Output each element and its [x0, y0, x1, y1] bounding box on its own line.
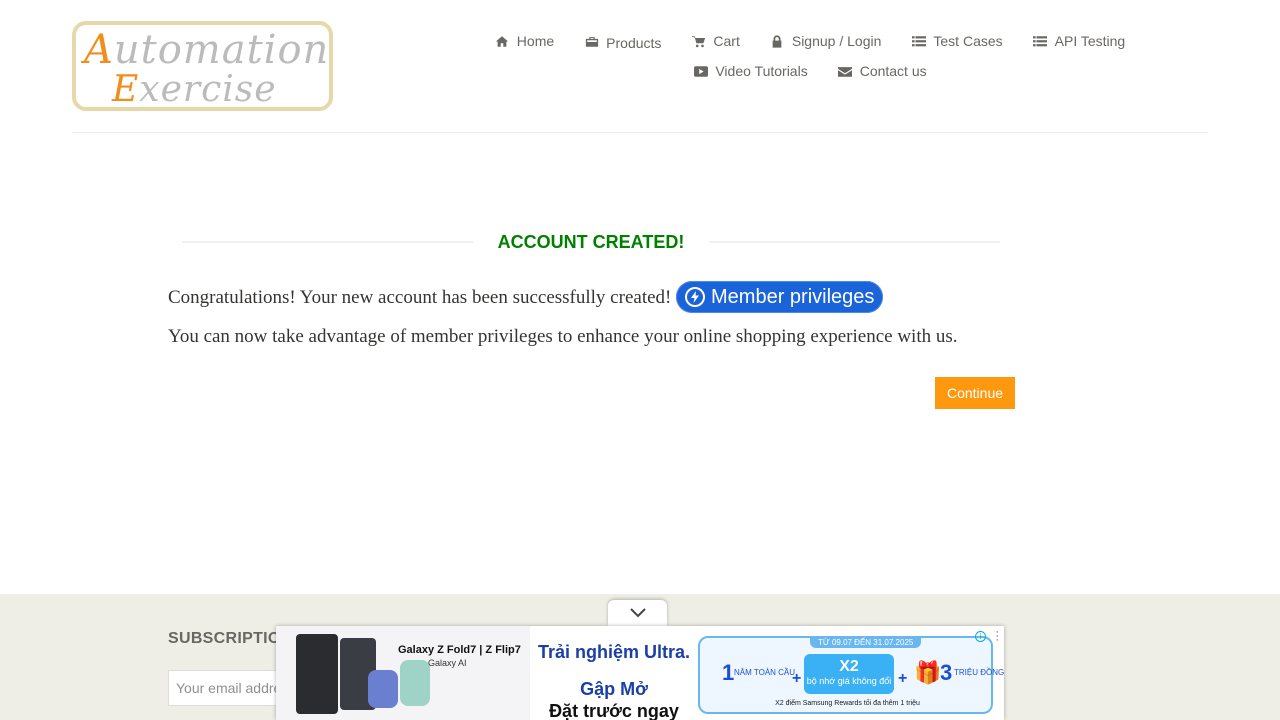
- lock-icon: [770, 34, 785, 48]
- header-divider: [72, 132, 1208, 133]
- ad-rewards-text: X2 điểm Samsung Rewards tối đa thêm 1 tr…: [775, 700, 920, 707]
- site-logo[interactable]: Automation Exercise: [72, 21, 333, 111]
- ad-offers: TỪ 09.07 ĐẾN 31.07.2025 1 NĂM TOÀN CẦU +…: [698, 636, 1004, 714]
- ad-offer3-small: TRIỆU ĐỒNG: [954, 668, 1004, 677]
- subscription-title: SUBSCRIPTION: [168, 630, 293, 647]
- title-wrap: ACCOUNT CREATED!: [182, 231, 1000, 253]
- list-icon: [911, 34, 926, 48]
- ad-offer3-big: 3: [940, 660, 953, 685]
- gift-icon: 🎁: [914, 660, 942, 685]
- nav-contact-us-label: Contact us: [859, 63, 927, 79]
- ad-product-image: Galaxy Z Fold7 | Z Flip7 Galaxy AI: [276, 626, 530, 720]
- nav-test-cases-label: Test Cases: [933, 33, 1003, 49]
- cart-icon: [691, 34, 706, 48]
- member-privileges-button[interactable]: Member privileges: [676, 281, 883, 313]
- ad-plus-2: +: [898, 670, 908, 687]
- ad-offer1-small: NĂM TOÀN CẦU: [734, 668, 796, 677]
- ad-headline-3: Đặt trước ngay: [549, 701, 679, 720]
- privileges-message: You can now take advantage of member pri…: [168, 326, 958, 347]
- nav-cart-label: Cart: [713, 33, 740, 49]
- briefcase-icon: [584, 34, 599, 48]
- nav-video-tutorials-label: Video Tutorials: [715, 63, 808, 79]
- ad-banner[interactable]: Galaxy Z Fold7 | Z Flip7 Galaxy AI Trải …: [276, 626, 1004, 720]
- nav-signup-login[interactable]: Signup / Login: [770, 33, 882, 49]
- continue-button[interactable]: Continue: [935, 377, 1015, 409]
- logo-line-2: Exercise: [112, 69, 277, 110]
- nav-home-label: Home: [516, 33, 555, 49]
- ad-date-range: TỪ 09.07 ĐẾN 31.07.2025: [810, 637, 922, 648]
- nav-row-1: Home Products Cart Signup / Login Test C…: [460, 28, 1160, 54]
- nav-home[interactable]: Home: [495, 33, 554, 49]
- envelope-icon: [838, 64, 853, 78]
- nav-contact-us[interactable]: Contact us: [838, 63, 927, 79]
- ad-offer1-big: 1: [722, 660, 735, 685]
- ad-offer2-big: X2: [839, 658, 859, 675]
- title-line-right: [709, 241, 1000, 243]
- ad-galaxy-ai: Galaxy AI: [428, 658, 467, 668]
- congrats-message: Congratulations! Your new account has be…: [168, 287, 672, 308]
- chevron-down-icon: [629, 608, 646, 618]
- logo-line-1: Automation: [84, 27, 330, 73]
- ad-headline-1: Trải nghiệm Ultra.: [537, 642, 691, 662]
- ad-info-icon[interactable]: i: [975, 631, 986, 642]
- ad-headline-2: Gập Mở: [580, 679, 648, 699]
- ad-collapse-toggle[interactable]: [608, 600, 667, 626]
- ad-offer2-small: bộ nhớ giá không đổi: [806, 676, 892, 686]
- ad-product-name: Galaxy Z Fold7 | Z Flip7: [398, 644, 521, 656]
- member-privileges-label: Member privileges: [711, 285, 875, 308]
- home-icon: [495, 34, 510, 48]
- ad-phone-fold: [296, 634, 338, 714]
- nav-products-label: Products: [606, 35, 662, 51]
- title-line-left: [182, 241, 473, 243]
- nav-api-testing[interactable]: API Testing: [1033, 33, 1126, 49]
- ad-more-options-icon[interactable]: · · ·: [995, 627, 999, 646]
- ad-headline: Trải nghiệm Ultra. Gập Mở Đặt trước ngay: [530, 626, 698, 720]
- ad-phone-flip-mint: [400, 660, 430, 706]
- page-title: ACCOUNT CREATED!: [497, 231, 685, 252]
- youtube-play-icon: [693, 64, 708, 78]
- nav-row-2: Video Tutorials Contact us: [460, 58, 1160, 84]
- list-icon: [1033, 34, 1048, 48]
- ad-phone-flip-blue: [368, 670, 398, 708]
- nav-cart[interactable]: Cart: [691, 33, 740, 49]
- nav-products[interactable]: Products: [584, 33, 662, 51]
- nav-test-cases[interactable]: Test Cases: [911, 33, 1003, 49]
- nav-signup-login-label: Signup / Login: [791, 33, 882, 49]
- ad-offer2: X2 bộ nhớ giá không đổi: [804, 654, 894, 694]
- lightning-icon: [685, 287, 705, 307]
- nav-api-testing-label: API Testing: [1054, 33, 1126, 49]
- main-nav: Home Products Cart Signup / Login Test C…: [460, 28, 1160, 88]
- nav-video-tutorials[interactable]: Video Tutorials: [693, 63, 808, 79]
- ad-plus-1: +: [792, 670, 802, 687]
